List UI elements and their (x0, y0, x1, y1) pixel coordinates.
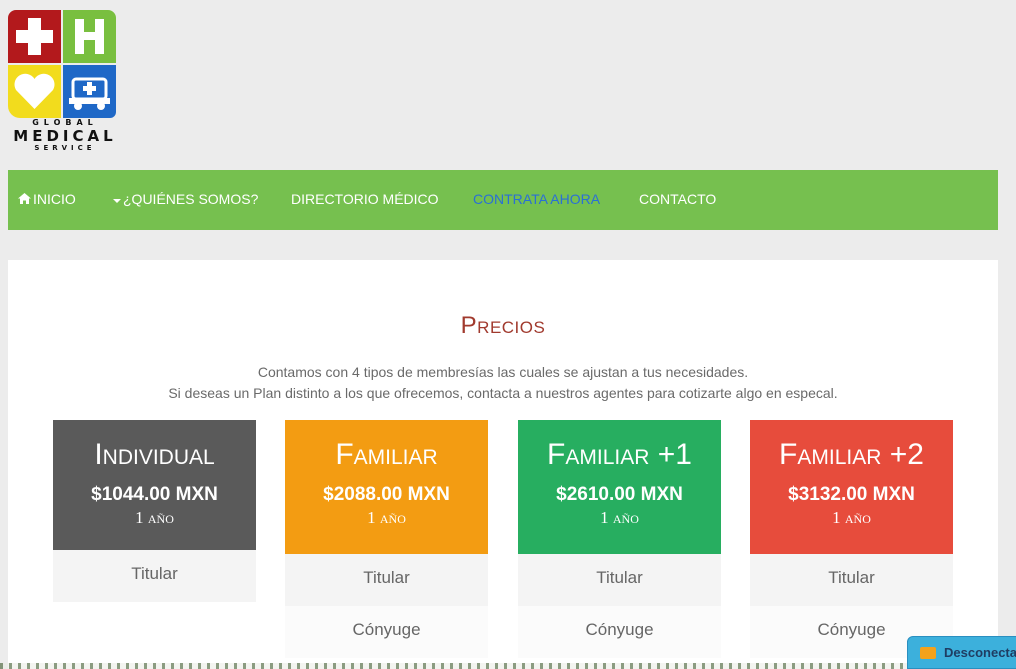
h-letter-icon (63, 10, 116, 63)
section-intro: Contamos con 4 tipos de membresías las c… (8, 362, 998, 404)
nav-label-inicio: INICIO (33, 191, 76, 207)
ambulance-icon (63, 65, 116, 118)
nav-label-quienes-somos: ¿QUIÉNES SOMOS? (123, 191, 259, 207)
nav-item-quienes-somos[interactable]: ¿QUIÉNES SOMOS? (113, 170, 258, 230)
plan-feature-row: Titular (285, 554, 488, 606)
heart-icon (8, 65, 61, 118)
home-icon (18, 171, 31, 229)
plan-card-individual[interactable]: Individual $1044.00 MXN 1 año Titular (53, 420, 256, 602)
plan-period: 1 año (600, 508, 639, 527)
plan-name: Familiar +2 (779, 438, 924, 471)
plan-card-familiar-plus-1[interactable]: Familiar +1 $2610.00 MXN 1 año Titular C… (518, 420, 721, 658)
cross-icon (8, 10, 61, 63)
pricing-section: Precios Contamos con 4 tipos de membresí… (8, 260, 998, 669)
plan-feature-row: Cónyuge (285, 606, 488, 658)
page-bottom-edge (0, 663, 1016, 669)
plan-price: $2088.00 MXN (323, 484, 450, 505)
plan-price: $3132.00 MXN (788, 484, 915, 505)
logo-emblem (8, 10, 116, 118)
plan-name: Familiar +1 (547, 438, 692, 471)
logo-wordmark: GLOBAL MEDICAL SERVICE (8, 118, 122, 153)
plan-card-familiar[interactable]: Familiar $2088.00 MXN 1 año Titular Cóny… (285, 420, 488, 658)
nav-item-directorio-medico[interactable]: DIRECTORIO MÉDICO (291, 170, 439, 230)
chat-widget-tab[interactable]: Desconectado (907, 636, 1016, 669)
nav-item-contrata-ahora[interactable]: CONTRATA AHORA (473, 170, 600, 230)
plan-period: 1 año (135, 508, 174, 527)
plan-feature-row: Titular (750, 554, 953, 606)
intro-line-1: Contamos con 4 tipos de membresías las c… (257, 364, 749, 380)
logo-line-2: MEDICAL (13, 127, 117, 145)
plan-header: Familiar +1 $2610.00 MXN 1 año (518, 420, 721, 554)
plan-feature-row: Titular (518, 554, 721, 606)
envelope-icon (920, 647, 936, 659)
main-navbar: INICIO ¿QUIÉNES SOMOS? DIRECTORIO MÉDICO… (8, 170, 998, 230)
plan-card-familiar-plus-2[interactable]: Familiar +2 $3132.00 MXN 1 año Titular C… (750, 420, 953, 658)
plan-header: Individual $1044.00 MXN 1 año (53, 420, 256, 550)
plan-header: Familiar $2088.00 MXN 1 año (285, 420, 488, 554)
nav-item-contacto[interactable]: CONTACTO (639, 170, 716, 230)
caret-down-icon (113, 171, 121, 229)
plan-period: 1 año (367, 508, 406, 527)
plan-feature-row: Titular (53, 550, 256, 602)
plan-price: $2610.00 MXN (556, 484, 683, 505)
intro-line-2: Si deseas un Plan distinto a los que ofr… (168, 385, 838, 401)
plan-period: 1 año (832, 508, 871, 527)
plan-name: Individual (94, 438, 215, 471)
plan-feature-row: Cónyuge (518, 606, 721, 658)
section-title: Precios (460, 312, 546, 339)
plan-price: $1044.00 MXN (91, 484, 218, 505)
plan-header: Familiar +2 $3132.00 MXN 1 año (750, 420, 953, 554)
site-logo[interactable]: GLOBAL MEDICAL SERVICE (8, 10, 120, 160)
nav-item-inicio[interactable]: INICIO (18, 170, 76, 230)
plan-name: Familiar (335, 438, 438, 471)
logo-line-3: SERVICE (34, 144, 96, 152)
chat-status-label: Desconectado (944, 645, 1016, 660)
